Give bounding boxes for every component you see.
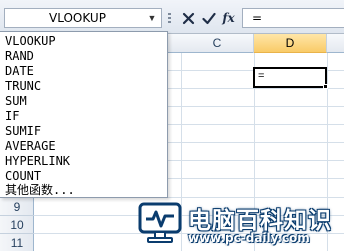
function-item-count[interactable]: COUNT	[5, 169, 41, 184]
active-cell-value: =	[258, 70, 265, 82]
cancel-button[interactable]	[180, 9, 197, 27]
function-item-more[interactable]: 其他函数...	[5, 183, 75, 198]
fill-handle[interactable]	[323, 84, 328, 89]
enter-button[interactable]	[200, 9, 217, 27]
formula-buttons: fx	[180, 9, 237, 27]
watermark: 电脑百科知识 www.pc-daily.com	[130, 197, 344, 251]
grip-icon[interactable]	[168, 13, 172, 23]
column-header-d[interactable]: D	[254, 34, 327, 53]
column-header-c[interactable]: C	[181, 34, 254, 53]
function-item-sumif[interactable]: SUMIF	[5, 124, 41, 139]
chevron-down-icon[interactable]: ▼	[146, 11, 158, 25]
function-item-trunc[interactable]: TRUNC	[5, 79, 41, 94]
function-item-rand[interactable]: RAND	[5, 49, 34, 64]
row-header-9[interactable]: 9	[0, 198, 34, 216]
watermark-title: 电脑百科知识	[188, 208, 332, 234]
formula-input[interactable]: =	[242, 8, 344, 28]
function-item-sum[interactable]: SUM	[5, 94, 27, 109]
formula-bar: VLOOKUP ▼ fx =	[0, 0, 344, 34]
function-item-hyperlink[interactable]: HYPERLINK	[5, 154, 70, 169]
function-item-vlookup[interactable]: VLOOKUP	[5, 34, 56, 49]
function-dropdown: VLOOKUP RAND DATE TRUNC SUM IF SUMIF AVE…	[0, 31, 168, 198]
watermark-url: www.pc-daily.com	[188, 231, 310, 245]
insert-function-button[interactable]: fx	[220, 9, 237, 27]
close-icon	[182, 12, 195, 24]
fx-icon: fx	[222, 11, 235, 25]
active-cell-d[interactable]: =	[253, 67, 327, 88]
monitor-logo-icon	[138, 202, 182, 243]
name-box-value: VLOOKUP	[49, 11, 106, 25]
function-item-average[interactable]: AVERAGE	[5, 139, 56, 154]
check-icon	[201, 12, 216, 24]
formula-text: =	[252, 11, 263, 25]
function-item-date[interactable]: DATE	[5, 64, 34, 79]
function-item-if[interactable]: IF	[5, 109, 19, 124]
row-header-11[interactable]: 11	[0, 234, 34, 251]
row-header-10[interactable]: 10	[0, 216, 34, 234]
name-box[interactable]: VLOOKUP ▼	[4, 8, 162, 28]
